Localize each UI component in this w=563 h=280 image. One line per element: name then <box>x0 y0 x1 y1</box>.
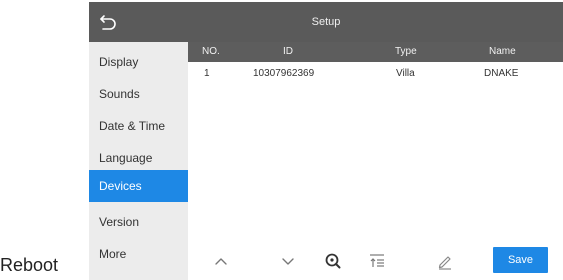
chevron-down-icon[interactable] <box>277 250 299 272</box>
sidebar-item-devices[interactable]: Devices <box>89 170 188 202</box>
sidebar-item-sounds[interactable]: Sounds <box>89 78 188 110</box>
page-title: Setup <box>311 16 341 28</box>
edit-icon[interactable] <box>434 250 456 272</box>
column-header-id: ID <box>283 46 293 57</box>
cell-type: Villa <box>396 68 415 79</box>
sidebar-item-display[interactable]: Display <box>89 46 188 78</box>
column-header-no: NO. <box>202 46 220 57</box>
search-icon[interactable] <box>322 250 344 272</box>
sidebar: Display Sounds Date & Time Language Devi… <box>89 42 188 280</box>
column-header-type: Type <box>395 46 417 57</box>
table-row[interactable]: 1 10307962369 Villa DNAKE <box>188 62 563 86</box>
sidebar-item-date-time[interactable]: Date & Time <box>89 110 188 142</box>
save-button[interactable]: Save <box>493 247 548 273</box>
setup-screen: Setup Display Sounds Date & Time Languag… <box>89 2 563 280</box>
cell-name: DNAKE <box>484 68 519 79</box>
toolbar: Save <box>188 242 563 280</box>
sort-icon[interactable] <box>366 250 388 272</box>
sidebar-item-version[interactable]: Version <box>89 206 188 238</box>
cell-no: 1 <box>204 68 210 79</box>
sidebar-item-more[interactable]: More <box>89 238 188 270</box>
devices-panel: NO. ID Type Name 1 10307962369 Villa DNA… <box>188 42 563 280</box>
reboot-label: Reboot <box>0 255 59 275</box>
header-bar: Setup <box>89 2 563 42</box>
cell-id: 10307962369 <box>253 68 315 79</box>
chevron-up-icon[interactable] <box>210 250 232 272</box>
column-header-name: Name <box>489 46 516 57</box>
table-header: NO. ID Type Name <box>188 42 563 62</box>
